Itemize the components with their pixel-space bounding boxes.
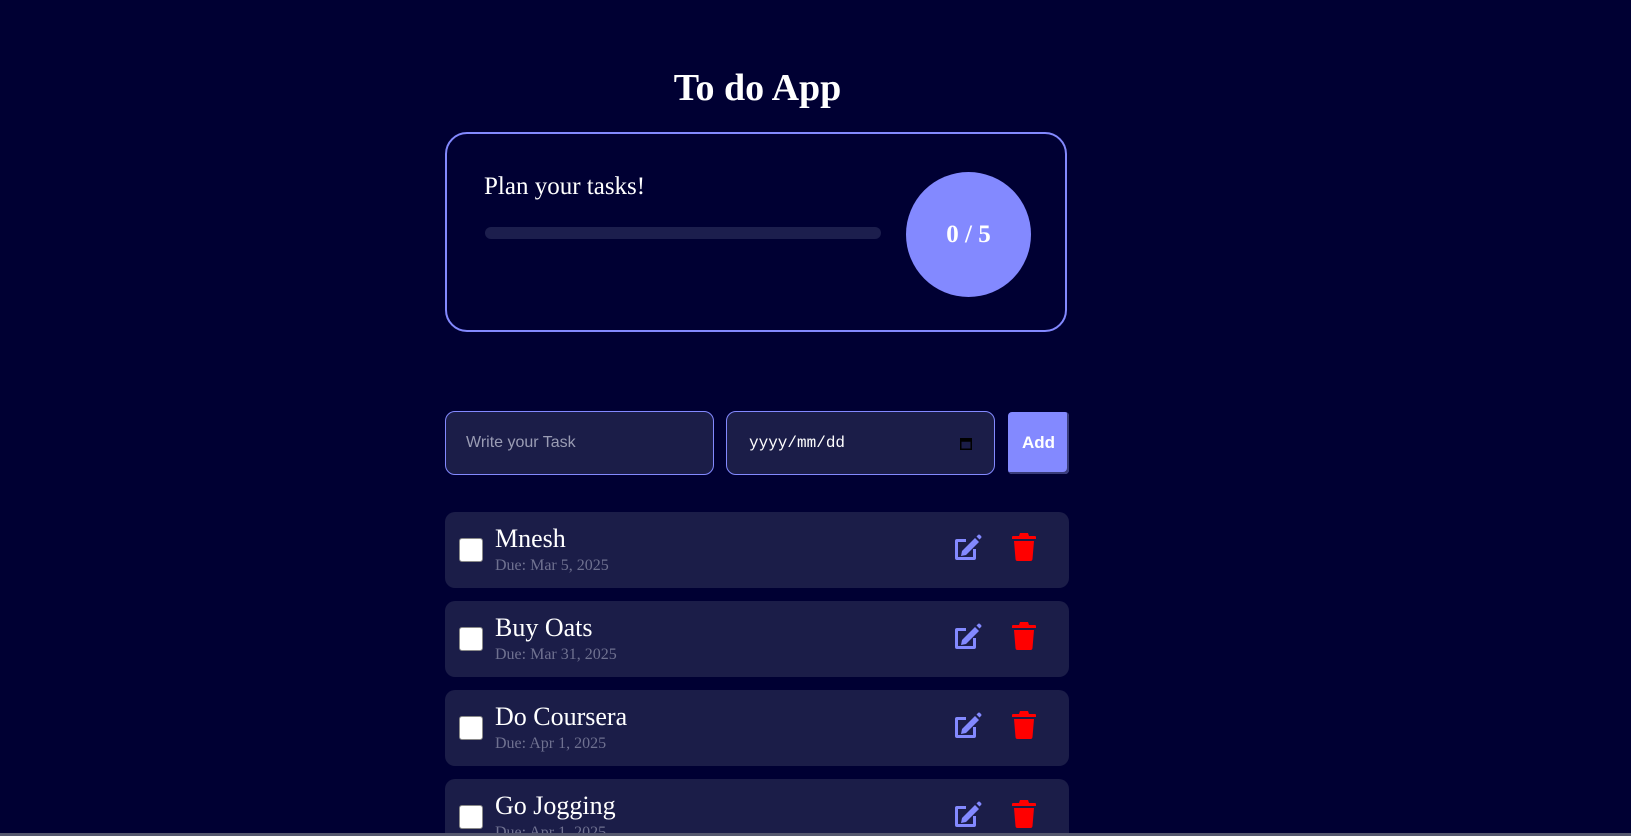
edit-icon[interactable]	[952, 623, 982, 651]
task-item: Mnesh Due: Mar 5, 2025	[445, 512, 1069, 588]
edit-icon[interactable]	[952, 712, 982, 740]
task-checkbox[interactable]	[459, 805, 483, 829]
task-name: Go Jogging	[495, 791, 616, 820]
progress-bar	[485, 227, 881, 239]
page-title: To do App	[673, 67, 842, 109]
task-checkbox[interactable]	[459, 716, 483, 740]
edit-icon[interactable]	[952, 801, 982, 829]
task-due-date: Due: Mar 31, 2025	[495, 646, 617, 663]
task-name: Do Coursera	[495, 702, 628, 731]
add-button[interactable]: Add	[1008, 412, 1069, 474]
task-input[interactable]	[445, 411, 714, 475]
task-item: Do Coursera Due: Apr 1, 2025	[445, 690, 1069, 766]
completed-counter: 0 / 5	[906, 172, 1031, 297]
trash-icon[interactable]	[1012, 800, 1036, 828]
trash-icon[interactable]	[1012, 622, 1036, 650]
task-due-date: Due: Mar 5, 2025	[495, 557, 609, 574]
calendar-icon[interactable]	[960, 437, 972, 450]
date-placeholder: yyyy/mm/dd	[749, 434, 846, 452]
task-list: Mnesh Due: Mar 5, 2025 Buy Oats Due: Mar…	[445, 512, 1069, 836]
task-form: yyyy/mm/dd Add	[445, 411, 1069, 475]
task-checkbox[interactable]	[459, 627, 483, 651]
stats-card: Plan your tasks! 0 / 5	[445, 132, 1067, 332]
task-due-date: Due: Apr 1, 2025	[495, 735, 607, 752]
todo-app: To do App Plan your tasks! 0 / 5 yyyy/mm…	[0, 0, 1631, 836]
stats-heading: Plan your tasks!	[484, 173, 646, 200]
date-input[interactable]: yyyy/mm/dd	[726, 411, 995, 475]
task-name: Mnesh	[495, 524, 566, 553]
task-item: Buy Oats Due: Mar 31, 2025	[445, 601, 1069, 677]
task-item: Go Jogging Due: Apr 1, 2025	[445, 779, 1069, 836]
trash-icon[interactable]	[1012, 711, 1036, 739]
task-checkbox[interactable]	[459, 538, 483, 562]
task-name: Buy Oats	[495, 613, 593, 642]
trash-icon[interactable]	[1012, 533, 1036, 561]
edit-icon[interactable]	[952, 534, 982, 562]
